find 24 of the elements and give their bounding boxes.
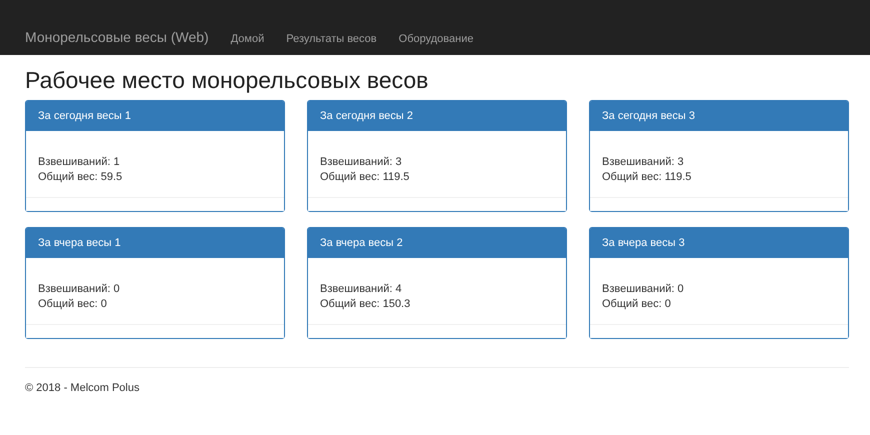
stat-text: Взвешиваний: 0 (38, 283, 121, 295)
stat-text: Общий вес: 0 (38, 298, 108, 310)
nav-link[interactable]: Домой (220, 33, 276, 45)
panel-title: За вчера весы 1 (38, 237, 121, 249)
stat-text: Общий вес: 0 (602, 298, 672, 310)
panel-title: За сегодня весы 2 (320, 110, 414, 122)
footer-text: © 2018 - Melcom Polus (25, 382, 140, 394)
nav-link[interactable]: Оборудование (388, 33, 484, 45)
stat-text: Общий вес: 119.5 (602, 171, 692, 183)
stat-text: Общий вес: 59.5 (38, 171, 124, 183)
stat-text: Взвешиваний: 4 (320, 283, 403, 295)
stat-text: Взвешиваний: 1 (38, 156, 121, 168)
stat-text: Общий вес: 150.3 (320, 298, 412, 310)
stat-text: Взвешиваний: 0 (602, 283, 685, 295)
panel-title: За сегодня весы 1 (38, 110, 132, 122)
page-title: Рабочее место монорельсовых весов (25, 67, 430, 93)
panel-title: За вчера весы 2 (320, 237, 403, 249)
stat-text: Общий вес: 119.5 (320, 171, 410, 183)
stat-text: Взвешиваний: 3 (602, 156, 685, 168)
panel-title: За сегодня весы 3 (602, 110, 696, 122)
nav-link[interactable]: Результаты весов (275, 33, 388, 45)
stat-text: Взвешиваний: 3 (320, 156, 403, 168)
panel-title: За вчера весы 3 (602, 237, 685, 249)
brand-link[interactable]: Монорельсовые весы (Web) (25, 29, 209, 45)
